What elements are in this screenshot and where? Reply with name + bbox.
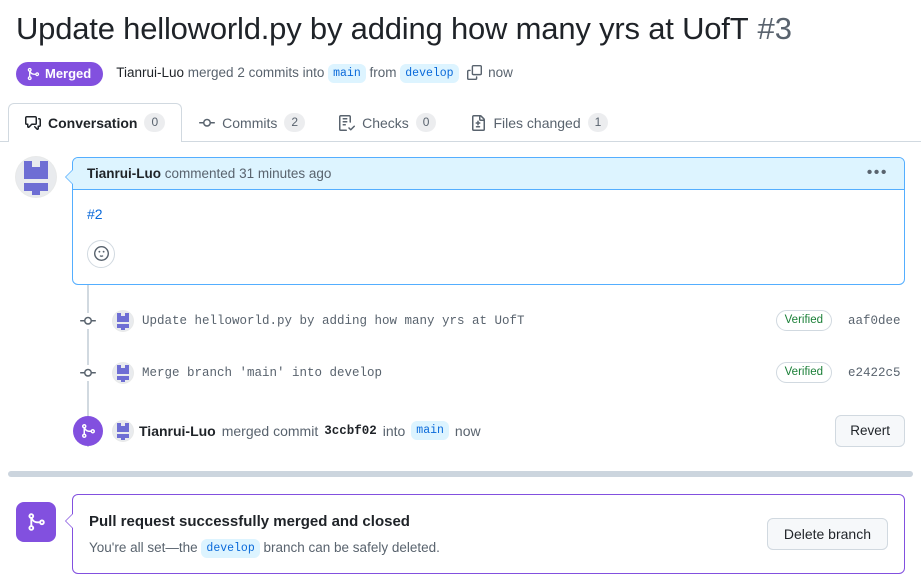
merged-event-into: into: [382, 422, 406, 439]
tab-conversation-count: 0: [144, 113, 166, 133]
commit-meta: Verified e2422c5: [775, 362, 903, 384]
deletable-branch-chip[interactable]: develop: [201, 538, 260, 558]
commit-main: Update helloworld.py by adding how many …: [113, 310, 776, 331]
tab-checks-count: 0: [415, 113, 437, 133]
git-commit-icon: [199, 115, 216, 131]
avatar[interactable]: [113, 420, 133, 441]
tab-conversation-label: Conversation: [48, 114, 138, 131]
git-commit-icon: [73, 312, 103, 329]
merge-summary-text: merged 2 commits into: [187, 65, 325, 81]
avatar[interactable]: [113, 310, 133, 331]
issue-reference-link[interactable]: #2: [87, 206, 103, 222]
horizontal-scrollbar[interactable]: [8, 471, 913, 477]
merge-author[interactable]: Tianrui-Luo: [116, 65, 184, 80]
checklist-icon: [339, 114, 356, 131]
merge-banner-subtitle-after: branch can be safely deleted.: [263, 539, 440, 555]
status-badge: Merged: [16, 61, 104, 86]
merged-target-branch-chip[interactable]: main: [411, 421, 449, 441]
commit-sha[interactable]: aaf0dee: [848, 314, 903, 328]
merged-event-action: merged commit: [221, 422, 319, 439]
status-badge-label: Merged: [45, 66, 92, 82]
commit-sha[interactable]: e2422c5: [848, 366, 903, 380]
commit-message[interactable]: Update helloworld.py by adding how many …: [142, 314, 525, 328]
kebab-horizontal-icon[interactable]: •••: [865, 165, 890, 181]
merge-banner-subtitle: You're all set—the develop branch can be…: [89, 538, 440, 558]
avatar[interactable]: [16, 156, 56, 197]
tab-commits-label: Commits: [222, 114, 278, 131]
pr-tabs: Conversation 0 Commits 2 Checks 0 Files …: [0, 102, 921, 142]
merge-time: now: [488, 65, 513, 81]
status-badge[interactable]: Verified: [775, 362, 832, 384]
commit-message[interactable]: Merge branch 'main' into develop: [142, 366, 382, 380]
merge-banner-title: Pull request successfully merged and clo…: [89, 512, 410, 530]
merge-banner: Pull request successfully merged and clo…: [16, 494, 905, 574]
pr-title-row: Update helloworld.py by adding how many …: [16, 10, 905, 49]
merged-event-text: Tianrui-Luo merged commit 3ccbf02 into m…: [113, 420, 835, 441]
avatar[interactable]: [113, 362, 133, 383]
head-branch-chip[interactable]: develop: [400, 64, 459, 84]
merged-commit-sha[interactable]: 3ccbf02: [324, 424, 377, 438]
tab-checks-label: Checks: [362, 114, 409, 131]
merged-event-row: Tianrui-Luo merged commit 3ccbf02 into m…: [16, 414, 905, 447]
tab-files-changed-label: Files changed: [493, 114, 581, 131]
merged-event-author[interactable]: Tianrui-Luo: [139, 423, 216, 439]
comment-time: 31 minutes ago: [239, 165, 332, 181]
pr-number: #3: [757, 11, 792, 46]
page-title: Update helloworld.py by adding how many …: [16, 11, 749, 46]
revert-button[interactable]: Revert: [835, 414, 905, 447]
comment-discussion-icon: [25, 115, 41, 131]
comment-item: Tianrui-Luo commented 31 minutes ago •••…: [16, 156, 905, 285]
comment-body: #2: [73, 190, 904, 284]
git-commit-icon: [73, 364, 103, 381]
merge-banner-box: Pull request successfully merged and clo…: [65, 494, 905, 574]
table-row: Merge branch 'main' into develop Verifie…: [16, 357, 905, 389]
comment-author[interactable]: Tianrui-Luo: [87, 166, 161, 181]
table-row: Update helloworld.py by adding how many …: [16, 305, 905, 337]
merge-summary: Tianrui-Luo merged 2 commits into main f…: [116, 64, 513, 84]
tab-checks[interactable]: Checks 0: [322, 103, 453, 142]
commit-main: Merge branch 'main' into develop: [113, 362, 776, 383]
copy-icon[interactable]: [467, 65, 483, 83]
smiley-icon[interactable]: [87, 239, 115, 268]
file-diff-icon: [470, 114, 486, 131]
merged-event-time: now: [454, 422, 481, 439]
base-branch-chip[interactable]: main: [328, 64, 366, 84]
comment-action: commented: [164, 165, 236, 181]
tab-commits[interactable]: Commits 2: [182, 103, 322, 142]
tab-files-changed-count: 1: [587, 113, 609, 133]
pr-subhead: Merged Tianrui-Luo merged 2 commits into…: [16, 61, 905, 86]
git-merge-icon: [16, 502, 56, 542]
pr-header: Update helloworld.py by adding how many …: [0, 0, 921, 86]
comment-header-text: Tianrui-Luo commented 31 minutes ago: [87, 166, 331, 181]
status-badge[interactable]: Verified: [775, 310, 832, 332]
comment-box: Tianrui-Luo commented 31 minutes ago •••…: [65, 156, 905, 285]
git-merge-icon: [73, 415, 103, 446]
git-merge-icon: [26, 67, 40, 81]
commit-meta: Verified aaf0dee: [775, 310, 903, 332]
from-label: from: [369, 65, 397, 81]
timeline: Tianrui-Luo commented 31 minutes ago •••…: [0, 156, 921, 447]
tab-conversation[interactable]: Conversation 0: [8, 102, 183, 142]
merge-banner-text: Pull request successfully merged and clo…: [89, 511, 440, 558]
delete-branch-button[interactable]: Delete branch: [766, 518, 888, 550]
tab-commits-count: 2: [284, 113, 306, 133]
merge-banner-subtitle-before: You're all set—the: [89, 539, 198, 555]
comment-header: Tianrui-Luo commented 31 minutes ago •••: [73, 157, 904, 190]
tab-files-changed[interactable]: Files changed 1: [453, 103, 625, 142]
